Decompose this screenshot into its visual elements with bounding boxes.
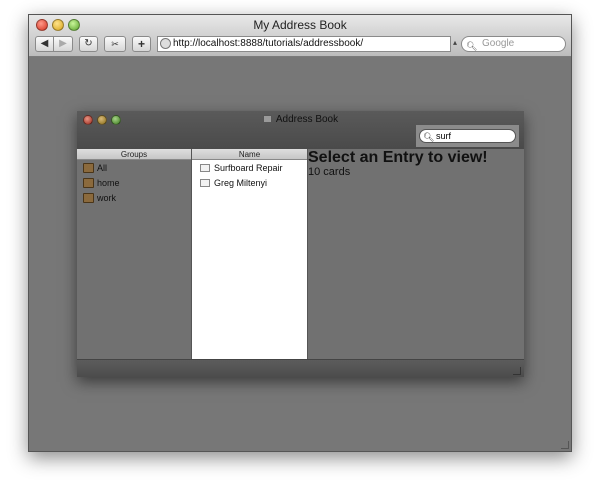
- ab-search-area: 🔍︎ surf: [416, 125, 519, 147]
- plus-icon: +: [137, 37, 145, 51]
- address-book-bottom-bar: [77, 359, 524, 377]
- detail-panel: Select an Entry to view! 10 cards: [308, 149, 524, 359]
- groups-column: Groups All home work: [77, 149, 192, 359]
- google-search-placeholder: Google: [482, 38, 515, 49]
- group-folder-icon: [83, 163, 94, 173]
- group-item-home[interactable]: home: [83, 177, 120, 190]
- forward-arrow-icon: ▶: [59, 38, 67, 49]
- resize-grip-icon[interactable]: [513, 367, 521, 375]
- url-text: http://localhost:8888/tutorials/addressb…: [173, 38, 364, 49]
- names-header: Name: [192, 149, 307, 160]
- address-book-titlebar: Address Book 🔍︎ surf: [77, 111, 524, 149]
- globe-icon: [160, 38, 171, 49]
- groups-header: Groups: [77, 149, 191, 160]
- group-item-work[interactable]: work: [83, 192, 116, 205]
- browser-toolbar: My Address Book ◀ ▶ ↻ ✂ + http://localho…: [29, 15, 571, 57]
- add-bookmark-button[interactable]: +: [132, 36, 151, 52]
- google-search-field[interactable]: 🔍︎ Google: [461, 36, 566, 52]
- back-arrow-icon: ◀: [40, 38, 49, 49]
- group-item-all[interactable]: All: [83, 162, 107, 175]
- browser-resize-grip-icon[interactable]: [561, 441, 569, 449]
- window-title: My Address Book: [253, 18, 347, 32]
- group-label: All: [97, 163, 108, 173]
- name-label: Greg Miltenyi: [214, 178, 268, 188]
- browser-window: My Address Book ◀ ▶ ↻ ✂ + http://localho…: [28, 14, 572, 452]
- scissors-icon: ✂: [111, 39, 119, 49]
- address-book-window: Address Book 🔍︎ surf Groups All home wor…: [77, 111, 524, 377]
- reload-icon: ↻: [84, 38, 93, 49]
- reload-button[interactable]: ↻: [79, 36, 98, 52]
- address-book-icon: [262, 115, 272, 123]
- group-label: home: [97, 178, 120, 188]
- url-field[interactable]: http://localhost:8888/tutorials/addressb…: [157, 36, 451, 52]
- snippet-button[interactable]: ✂: [104, 36, 126, 52]
- address-book-title: Address Book: [77, 114, 524, 125]
- name-item-greg-miltenyi[interactable]: Greg Miltenyi: [200, 177, 267, 190]
- contact-card-icon: [200, 179, 210, 187]
- magnifier-icon: 🔍︎: [423, 132, 435, 142]
- search-icon: 🔍︎: [466, 41, 478, 51]
- group-folder-icon: [83, 178, 94, 188]
- back-button[interactable]: ◀: [35, 36, 54, 52]
- group-folder-icon: [83, 193, 94, 203]
- group-label: work: [97, 193, 117, 203]
- detail-title: Select an Entry to view!: [308, 149, 488, 166]
- card-count: 10 cards: [308, 166, 351, 178]
- contact-card-icon: [200, 164, 210, 172]
- names-column: Name Surfboard Repair Greg Miltenyi: [192, 149, 308, 359]
- name-item-surfboard-repair[interactable]: Surfboard Repair: [200, 162, 283, 175]
- forward-button[interactable]: ▶: [54, 36, 73, 52]
- name-label: Surfboard Repair: [214, 163, 283, 173]
- address-book-title-text: Address Book: [275, 114, 339, 125]
- ab-search-input[interactable]: 🔍︎ surf: [419, 129, 516, 143]
- ab-search-value: surf: [436, 131, 452, 141]
- url-dropdown-icon[interactable]: ▴: [453, 38, 457, 47]
